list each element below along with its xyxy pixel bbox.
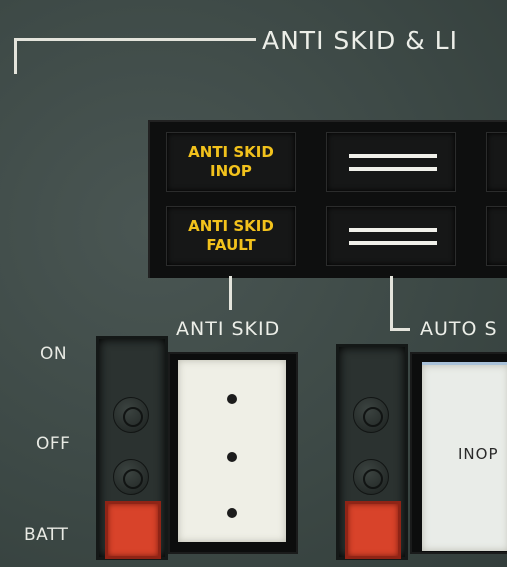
anti-skid-fault-text: ANTI SKID FAULT xyxy=(188,217,274,254)
anti-skid-inop-light[interactable]: ANTI SKID INOP xyxy=(166,132,296,192)
blank-light-bar xyxy=(349,154,437,158)
anti-skid-fault-light[interactable]: ANTI SKID FAULT xyxy=(166,206,296,266)
header-bracket-horizontal xyxy=(14,38,256,41)
switch-indicator-dot xyxy=(227,508,237,518)
auto-skid-switch-label: AUTO S xyxy=(420,318,498,340)
position-on-label: ON xyxy=(40,344,68,364)
switch-indicator-dot xyxy=(227,394,237,404)
blank-light-upper[interactable] xyxy=(326,132,456,192)
auto-skid-toggle-handle[interactable] xyxy=(345,501,401,559)
anti-skid-switch-frame xyxy=(168,352,298,554)
blank-light-bar xyxy=(349,228,437,232)
position-batt-label: BATT xyxy=(24,525,69,545)
auto-skid-switch[interactable]: INOP xyxy=(422,362,507,551)
anti-skid-switch[interactable] xyxy=(178,360,286,542)
partial-light-lower[interactable] xyxy=(486,206,507,266)
blank-light-lower[interactable] xyxy=(326,206,456,266)
auto-skid-inop-text: INOP xyxy=(458,445,499,463)
auto-skid-toggle-guard[interactable] xyxy=(336,344,408,560)
guard-screw-icon xyxy=(113,397,149,433)
blank-light-bar xyxy=(349,167,437,171)
guard-screw-icon xyxy=(353,459,389,495)
header-bracket-vertical xyxy=(14,38,17,74)
anti-skid-inop-text: ANTI SKID INOP xyxy=(188,143,274,180)
auto-skid-connector-horizontal xyxy=(390,328,410,331)
guard-screw-icon xyxy=(353,397,389,433)
position-off-label: OFF xyxy=(36,434,71,454)
anti-skid-toggle-guard[interactable] xyxy=(96,336,168,560)
partial-light-upper[interactable] xyxy=(486,132,507,192)
anti-skid-toggle-handle[interactable] xyxy=(105,501,161,559)
section-title: ANTI SKID & LI xyxy=(262,26,458,55)
blank-light-bar xyxy=(349,241,437,245)
anti-skid-switch-label: ANTI SKID xyxy=(176,318,281,340)
guard-screw-icon xyxy=(113,459,149,495)
auto-skid-switch-frame: INOP xyxy=(410,352,507,554)
annunciator-panel: ANTI SKID INOP ANTI SKID FAULT xyxy=(148,120,507,278)
anti-skid-connector xyxy=(229,276,232,310)
switch-indicator-dot xyxy=(227,452,237,462)
auto-skid-connector-vertical xyxy=(390,276,393,330)
